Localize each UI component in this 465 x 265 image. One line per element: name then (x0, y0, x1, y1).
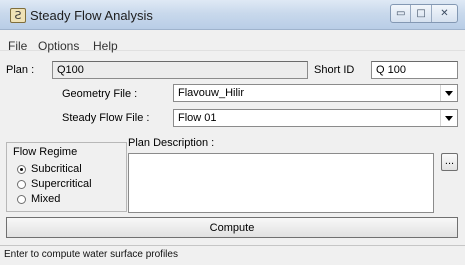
geometry-file-label: Geometry File : (62, 88, 138, 100)
radio-icon[interactable] (17, 194, 26, 204)
compute-button[interactable]: Compute (6, 217, 458, 238)
short-id-label: Short ID (314, 64, 355, 76)
description-browse-button[interactable]: ... (441, 153, 458, 171)
chevron-down-icon[interactable] (440, 110, 457, 126)
status-bar: Enter to compute water surface profiles (0, 245, 465, 265)
radio-mixed-label: Mixed (31, 193, 61, 205)
geometry-file-value: Flavouw_Hilir (178, 87, 245, 99)
menu-help[interactable]: Help (93, 39, 118, 53)
geometry-file-select[interactable]: Flavouw_Hilir (173, 84, 458, 102)
radio-supercritical[interactable]: Supercritical (17, 178, 92, 190)
radio-selected-icon[interactable] (17, 164, 26, 174)
chevron-down-icon[interactable] (440, 85, 457, 101)
window-title: Steady Flow Analysis (30, 8, 153, 23)
radio-supercritical-label: Supercritical (31, 178, 92, 190)
close-button[interactable]: ✕ (432, 5, 457, 22)
radio-icon[interactable] (17, 179, 26, 189)
steady-flow-file-value: Flow 01 (178, 112, 217, 124)
maximize-button[interactable]: □ (411, 5, 432, 22)
steady-flow-file-select[interactable]: Flow 01 (173, 109, 458, 127)
app-icon: Ƨ (10, 8, 26, 23)
steady-flow-file-label: Steady Flow File : (62, 112, 150, 124)
plan-title-field[interactable]: Q100 (52, 61, 308, 79)
plan-description-label: Plan Description : (128, 137, 215, 149)
short-id-field[interactable]: Q 100 (371, 61, 458, 79)
radio-mixed[interactable]: Mixed (17, 193, 60, 205)
minimize-button[interactable]: ▭ (391, 5, 412, 22)
radio-subcritical[interactable]: Subcritical (17, 163, 82, 175)
window-controls: ▭ □ ✕ (390, 4, 458, 23)
plan-description-textarea[interactable] (128, 153, 434, 213)
plan-label: Plan : (6, 64, 35, 76)
menu-file[interactable]: File (8, 39, 27, 53)
flow-regime-legend: Flow Regime (11, 146, 80, 158)
radio-subcritical-label: Subcritical (31, 163, 82, 175)
menu-options[interactable]: Options (38, 39, 79, 53)
